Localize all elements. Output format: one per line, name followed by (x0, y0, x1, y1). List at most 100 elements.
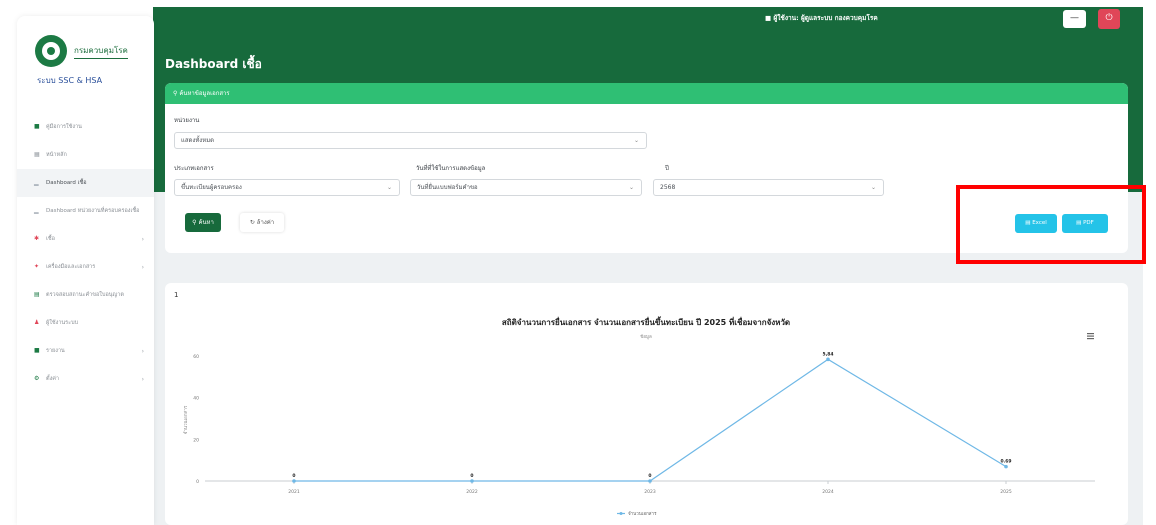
search-button[interactable]: ⚲ ค้นหา (185, 213, 221, 232)
agency-select-value: แสดงทั้งหมด (181, 137, 215, 144)
search-list-icon: ▤ (34, 291, 40, 298)
sidebar-item-6[interactable]: ▤ ตรวจสอบสถานะคำขอใบอนุญาต (17, 281, 154, 309)
line-chart: สถิติจำนวนการยื่นเอกสาร จำนวนเอกสารยื่นข… (182, 316, 1095, 517)
chevron-down-icon: ⌄ (628, 184, 634, 191)
report-icon: ■ (34, 347, 40, 354)
page: กรมควบคุมโรค ระบบ SSC & HSA ■ คู่มือการใช… (0, 0, 1156, 525)
type-select-value: ขึ้นทะเบียนผู้ครอบครอง (181, 184, 242, 191)
x-tick-label: 2022 (466, 489, 478, 495)
chart-icon: ▁ (34, 207, 39, 214)
data-label: 0.69 (1000, 459, 1011, 465)
sidebar-item-label: ตั้งค่า (46, 376, 60, 382)
x-tick-label: 2023 (644, 489, 656, 495)
sidebar: กรมควบคุมโรค ระบบ SSC & HSA ■ คู่มือการใช… (17, 16, 154, 525)
logout-button[interactable]: ⏻ (1098, 9, 1120, 29)
legend-label: จำนวนเอกสาร (628, 510, 657, 517)
highlight-box (956, 185, 1146, 264)
data-point (826, 357, 830, 362)
date-select-value: วันที่ยื่นแบบฟอร์มคำขอ (417, 184, 478, 191)
data-point (292, 479, 296, 483)
search-icon: ⚲ (192, 219, 197, 226)
y-tick-label: 20 (193, 437, 199, 443)
user-info-text: ผู้ใช้งาน: ผู้ดูแลระบบ กองควบคุมโรค (773, 14, 878, 22)
y-axis-label: จำนวนเอกสาร (182, 405, 189, 434)
chevron-right-icon: › (141, 347, 144, 355)
sidebar-item-5[interactable]: ✦ เครื่องมือและเอกสาร › (17, 253, 154, 281)
sidebar-item-label: Dashboard เชื้อ (46, 180, 87, 186)
sidebar-item-label: Dashboard หน่วยงานที่ครอบครองเชื้อ (46, 208, 140, 214)
sidebar-item-label: รายงาน (46, 348, 65, 354)
chevron-down-icon: ⌄ (633, 137, 639, 144)
y-tick-label: 60 (193, 354, 199, 360)
legend-marker (619, 512, 623, 515)
chevron-right-icon: › (141, 235, 144, 243)
sidebar-item-9[interactable]: ⚙ ตั้งค่า › (17, 365, 154, 393)
data-point (470, 479, 474, 483)
sidebar-item-3[interactable]: ▁ Dashboard หน่วยงานที่ครอบครองเชื้อ (17, 197, 154, 225)
search-button-label: ค้นหา (198, 219, 214, 226)
power-icon: ⏻ (1105, 13, 1113, 23)
chevron-right-icon: › (141, 375, 144, 383)
data-point (1004, 464, 1008, 469)
agency-select[interactable]: แสดงทั้งหมด ⌄ (174, 132, 647, 149)
search-card-title: ค้นหาข้อมูลเอกสาร (179, 90, 230, 97)
sidebar-item-label: หน้าหลัก (46, 152, 67, 158)
sidebar-item-1[interactable]: ▦ หน้าหลัก (17, 141, 154, 169)
type-select[interactable]: ขึ้นทะเบียนผู้ครอบครอง ⌄ (174, 179, 400, 196)
type-label: ประเภทเอกสาร (174, 165, 214, 172)
reset-button[interactable]: ↻ ล้างค่า (240, 213, 284, 232)
user-info[interactable]: ■ ผู้ใช้งาน: ผู้ดูแลระบบ กองควบคุมโรค (765, 13, 878, 23)
sidebar-item-0[interactable]: ■ คู่มือการใช้งาน (17, 113, 154, 141)
x-tick-label: 2024 (822, 489, 834, 495)
virus-icon: ✱ (34, 235, 40, 242)
sidebar-nav: ■ คู่มือการใช้งาน ▦ หน้าหลัก ▁ Dashboard เชื้… (17, 113, 154, 393)
data-label: 0 (648, 473, 651, 479)
sidebar-item-8[interactable]: ■ รายงาน › (17, 337, 154, 365)
chevron-right-icon: › (141, 263, 144, 271)
year-select-value: 2568 (660, 184, 676, 191)
x-tick-label: 2021 (288, 489, 300, 495)
logo[interactable]: กรมควบคุมโรค (17, 16, 154, 67)
reset-button-label: ล้างค่า (256, 219, 275, 226)
sidebar-item-7[interactable]: ♟ ผู้ใช้งานระบบ (17, 309, 154, 337)
settings-icon: ⚙ (34, 375, 40, 382)
logo-text: กรมควบคุมโรค (74, 44, 128, 59)
y-tick-label: 40 (193, 396, 199, 402)
chart-subtitle: ข้อมูล (640, 334, 652, 340)
refresh-icon: ↻ (249, 219, 255, 226)
x-tick-label: 2025 (1000, 489, 1012, 495)
user-icon: ■ (765, 14, 772, 22)
sidebar-item-label: ตรวจสอบสถานะคำขอใบอนุญาต (46, 292, 124, 298)
sidebar-item-label: เชื้อ (46, 236, 55, 242)
date-select[interactable]: วันที่ยื่นแบบฟอร์มคำขอ ⌄ (410, 179, 642, 196)
minimize-button[interactable]: — (1063, 10, 1086, 28)
chevron-down-icon: ⌄ (386, 184, 392, 191)
data-point (648, 479, 652, 483)
sidebar-item-2[interactable]: ▁ Dashboard เชื้อ (17, 169, 154, 197)
tool-icon: ✦ (34, 263, 40, 270)
search-icon: ⚲ (173, 90, 178, 97)
user-icon: ♟ (34, 319, 40, 326)
search-card-header: ⚲ ค้นหาข้อมูลเอกสาร (165, 83, 1128, 104)
series-line (294, 358, 1007, 482)
date-label: วันที่ที่ใช้ในการแสดงข้อมูล (416, 165, 486, 172)
y-tick-label: 0 (196, 479, 199, 485)
data-label: 0 (470, 473, 473, 479)
sidebar-item-label: ผู้ใช้งานระบบ (46, 320, 79, 326)
sidebar-item-label: คู่มือการใช้งาน (46, 124, 82, 130)
page-title: Dashboard เชื้อ (165, 57, 262, 71)
agency-label: หน่วยงาน (174, 117, 200, 124)
data-label: 5,84 (822, 351, 833, 357)
chart-title: สถิติจำนวนการยื่นเอกสาร จำนวนเอกสารยื่นข… (502, 316, 790, 327)
sidebar-item-4[interactable]: ✱ เชื้อ › (17, 225, 154, 253)
year-label: ปี (665, 165, 669, 172)
chart-icon: ▁ (34, 179, 39, 186)
sidebar-item-label: เครื่องมือและเอกสาร (46, 264, 96, 270)
system-name: ระบบ SSC & HSA (37, 76, 103, 85)
logo-emblem-icon (35, 35, 67, 67)
hamburger-menu-icon (1087, 333, 1094, 340)
data-label: 0 (292, 473, 295, 479)
book-icon: ■ (34, 123, 40, 130)
year-select[interactable]: 2568 ⌄ (653, 179, 884, 196)
chevron-down-icon: ⌄ (870, 184, 876, 191)
